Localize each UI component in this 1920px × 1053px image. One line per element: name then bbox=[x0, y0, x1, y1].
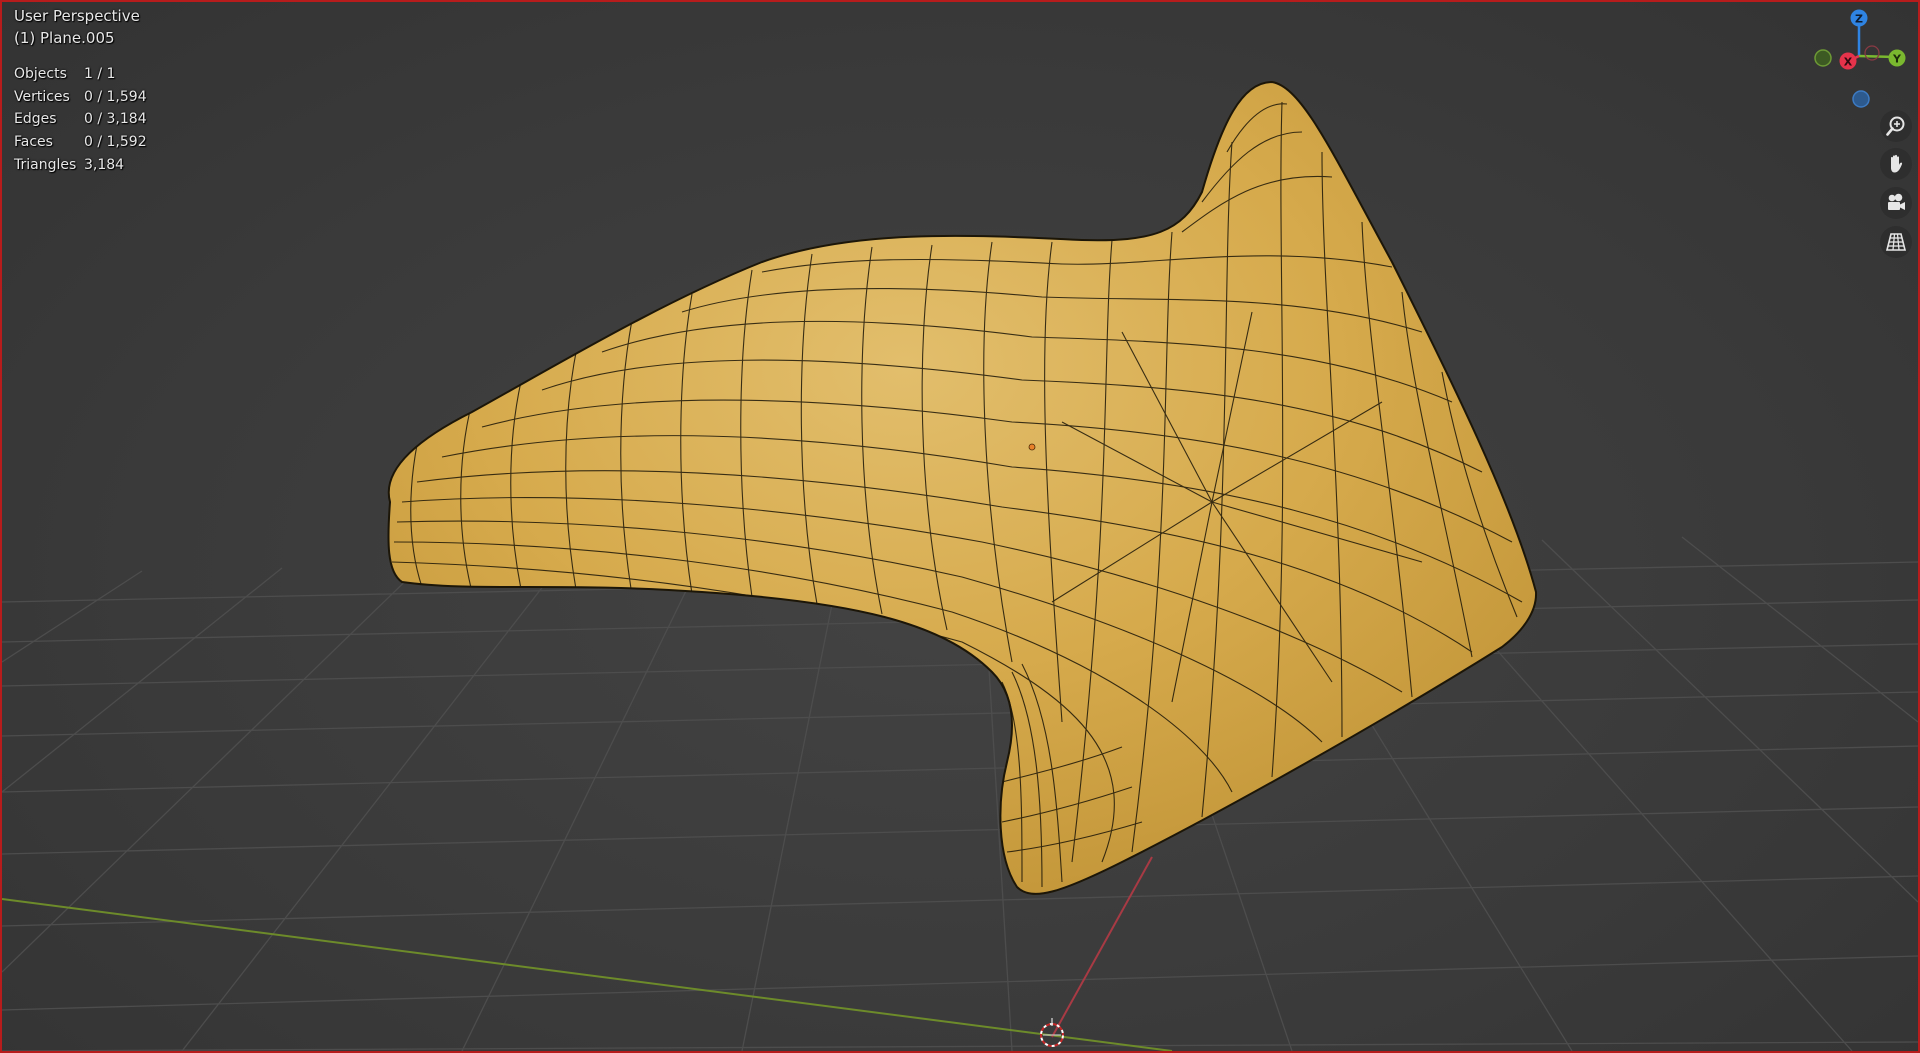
gizmo-neg-y-faint[interactable] bbox=[1864, 45, 1880, 61]
stat-row: Vertices 0 / 1,594 bbox=[14, 86, 147, 109]
zoom-button[interactable] bbox=[1880, 110, 1912, 142]
stat-label: Edges bbox=[14, 111, 57, 128]
grid-ortho-icon bbox=[1885, 233, 1907, 251]
gizmo-y-label: Y bbox=[1892, 53, 1902, 66]
object-origin[interactable] bbox=[1028, 443, 1036, 451]
zoom-icon bbox=[1886, 116, 1905, 136]
gizmo-z-label: Z bbox=[1855, 13, 1863, 26]
y-axis-line bbox=[2, 898, 1173, 1051]
stat-label: Objects bbox=[14, 66, 67, 82]
stat-value: 3,184 bbox=[84, 156, 125, 173]
stat-value: 0 / 1,592 bbox=[84, 134, 147, 151]
3d-viewport[interactable]: User Perspective (1) Plane.005 Objects 1… bbox=[0, 0, 1920, 1053]
viewport-scene[interactable] bbox=[2, 2, 1918, 1051]
pan-button[interactable] bbox=[1880, 148, 1912, 180]
navigation-gizmo[interactable]: Z Y X bbox=[1812, 6, 1912, 110]
gizmo-x-label: X bbox=[1844, 56, 1853, 69]
stat-value: 0 / 1,594 bbox=[84, 88, 147, 105]
hand-pan-icon bbox=[1891, 154, 1903, 173]
ortho-toggle-button[interactable] bbox=[1880, 226, 1912, 258]
camera-icon bbox=[1888, 193, 1905, 210]
stat-row: Faces 0 / 1,592 bbox=[14, 131, 147, 154]
stat-row: Triangles 3,184 bbox=[14, 154, 147, 177]
stat-row: Objects 1 / 1 bbox=[14, 63, 147, 86]
active-object-label: (1) Plane.005 bbox=[14, 29, 115, 47]
stat-value: 0 / 3,184 bbox=[84, 111, 147, 128]
stat-label: Faces bbox=[14, 134, 53, 151]
stat-row: Edges 0 / 3,184 bbox=[14, 108, 147, 131]
mesh-object[interactable] bbox=[387, 80, 1538, 895]
stat-value: 1 / 1 bbox=[84, 66, 116, 82]
stat-label: Vertices bbox=[14, 88, 70, 105]
camera-view-button[interactable] bbox=[1880, 187, 1912, 219]
gizmo-neg-x[interactable] bbox=[1814, 49, 1832, 67]
gizmo-neg-z[interactable] bbox=[1852, 90, 1870, 108]
view-name-label: User Perspective bbox=[14, 7, 140, 25]
scene-statistics: Objects 1 / 1 Vertices 0 / 1,594 Edges 0… bbox=[14, 63, 147, 177]
stat-label: Triangles bbox=[14, 156, 77, 173]
